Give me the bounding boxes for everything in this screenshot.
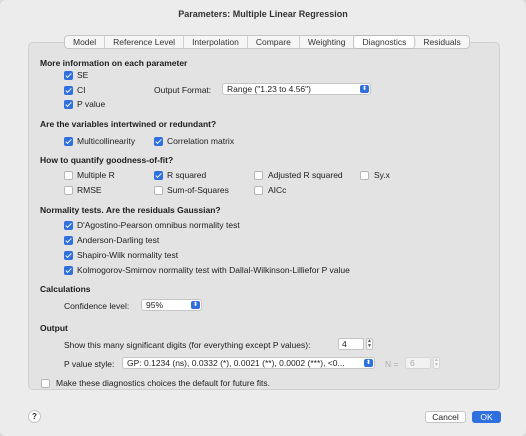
cancel-button[interactable]: Cancel xyxy=(425,411,466,423)
multiple-r-label: Multiple R xyxy=(77,170,115,180)
se-checkbox[interactable] xyxy=(64,71,73,80)
section-header-normality: Normality tests. Are the residuals Gauss… xyxy=(40,205,221,215)
shapiro-checkbox[interactable] xyxy=(64,251,73,260)
ok-button[interactable]: OK xyxy=(472,411,501,423)
r-squared-checkbox[interactable] xyxy=(154,171,163,180)
tab-diagnostics[interactable]: Diagnostics xyxy=(354,36,416,48)
dagostino-label: D'Agostino-Pearson omnibus normality tes… xyxy=(77,220,240,230)
correlation-matrix-label: Correlation matrix xyxy=(167,136,235,146)
multicollinearity-label: Multicollinearity xyxy=(77,136,136,146)
syx-label: Sy.x xyxy=(374,170,390,180)
output-format-select[interactable]: Range ("1.23 to 4.56") ⬍ xyxy=(222,83,371,95)
anderson-label: Anderson-Darling test xyxy=(77,235,160,245)
syx-checkbox[interactable] xyxy=(360,171,369,180)
ci-label: CI xyxy=(77,85,86,95)
tab-compare[interactable]: Compare xyxy=(248,36,300,48)
tab-reference-level[interactable]: Reference Level xyxy=(105,36,185,48)
kolmogorov-label: Kolmogorov-Smirnov normality test with D… xyxy=(77,265,350,275)
section-header-redundant: Are the variables intertwined or redunda… xyxy=(40,119,217,129)
tab-residuals[interactable]: Residuals xyxy=(415,36,468,48)
p-value-checkbox[interactable] xyxy=(64,100,73,109)
help-button[interactable]: ? xyxy=(28,410,41,423)
chevron-updown-icon: ⬍ xyxy=(364,359,373,367)
ci-checkbox[interactable] xyxy=(64,86,73,95)
anderson-checkbox[interactable] xyxy=(64,236,73,245)
default-choices-label: Make these diagnostics choices the defau… xyxy=(56,378,271,388)
rmse-label: RMSE xyxy=(77,185,102,195)
p-style-select[interactable]: GP: 0.1234 (ns), 0.0332 (*), 0.0021 (**)… xyxy=(122,357,375,369)
diagnostics-panel: More information on each parameter SE CI… xyxy=(28,42,500,390)
shapiro-label: Shapiro-Wilk normality test xyxy=(77,250,179,260)
aicc-label: AICc xyxy=(268,185,287,195)
p-style-label: P value style: xyxy=(64,359,115,369)
tab-bar: Model Reference Level Interpolation Comp… xyxy=(64,35,470,49)
sig-digits-stepper[interactable]: ▲ ▼ xyxy=(366,338,373,350)
sig-digits-input[interactable]: 4 xyxy=(338,338,364,350)
section-header-output: Output xyxy=(40,323,68,333)
output-format-value: Range ("1.23 to 4.56") xyxy=(227,84,312,94)
p-style-value: GP: 0.1234 (ns), 0.0332 (*), 0.0021 (**)… xyxy=(127,358,345,368)
section-header-goodness: How to quantify goodness-of-fit? xyxy=(40,155,174,165)
aicc-checkbox[interactable] xyxy=(254,186,263,195)
section-header-more-info: More information on each parameter xyxy=(40,58,188,68)
default-choices-checkbox[interactable] xyxy=(41,379,50,388)
multiple-r-checkbox[interactable] xyxy=(64,171,73,180)
sum-of-squares-checkbox[interactable] xyxy=(154,186,163,195)
confidence-level-value: 95% xyxy=(146,300,164,310)
n-label: N = xyxy=(385,359,399,369)
confidence-level-label: Confidence level: xyxy=(64,301,130,311)
adj-r-squared-checkbox[interactable] xyxy=(254,171,263,180)
sig-digits-label: Show this many significant digits (for e… xyxy=(64,340,311,350)
kolmogorov-checkbox[interactable] xyxy=(64,266,73,275)
adj-r-squared-label: Adjusted R squared xyxy=(268,170,343,180)
dialog-window: Parameters: Multiple Linear Regression M… xyxy=(0,0,526,436)
n-value: 6 xyxy=(410,358,415,368)
chevron-updown-icon: ⬍ xyxy=(360,85,369,93)
n-stepper: ▲ ▼ xyxy=(433,357,440,369)
window-title: Parameters: Multiple Linear Regression xyxy=(178,9,348,19)
confidence-level-select[interactable]: 95% ⬍ xyxy=(141,299,202,311)
dagostino-checkbox[interactable] xyxy=(64,221,73,230)
p-value-label: P value xyxy=(77,99,106,109)
section-header-calculations: Calculations xyxy=(40,284,91,294)
output-format-label: Output Format: xyxy=(154,85,212,95)
tab-model[interactable]: Model xyxy=(65,36,106,48)
correlation-matrix-checkbox[interactable] xyxy=(154,137,163,146)
multicollinearity-checkbox[interactable] xyxy=(64,137,73,146)
se-label: SE xyxy=(77,70,89,80)
tab-weighting[interactable]: Weighting xyxy=(300,36,355,48)
r-squared-label: R squared xyxy=(167,170,207,180)
sum-of-squares-label: Sum-of-Squares xyxy=(167,185,229,195)
tab-interpolation[interactable]: Interpolation xyxy=(184,36,248,48)
chevron-updown-icon: ⬍ xyxy=(191,301,200,309)
rmse-checkbox[interactable] xyxy=(64,186,73,195)
n-input: 6 xyxy=(405,357,431,369)
